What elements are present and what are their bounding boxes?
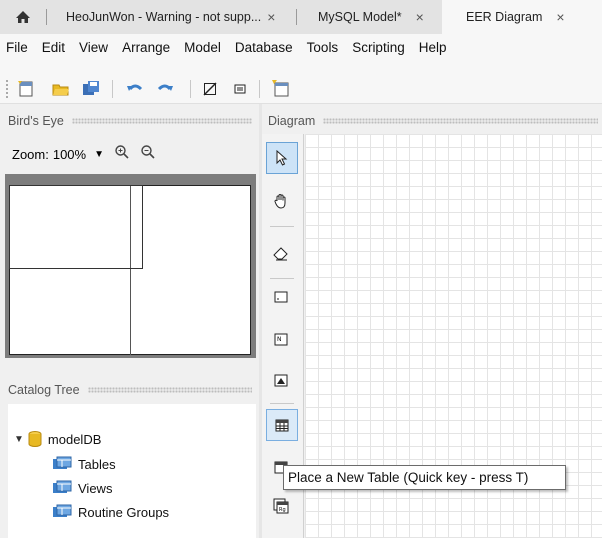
tree-node-tables[interactable]: Tables xyxy=(52,456,116,472)
hand-icon xyxy=(274,194,286,209)
menu-database[interactable]: Database xyxy=(228,40,300,55)
menu-tools[interactable]: Tools xyxy=(300,40,346,55)
routine-folder-icon xyxy=(53,504,72,517)
zoom-control: Zoom: 100% ▼ xyxy=(12,141,256,167)
hand-tool[interactable] xyxy=(266,186,296,216)
tree-node-routine-groups[interactable]: Routine Groups xyxy=(52,504,169,520)
menu-model[interactable]: Model xyxy=(177,40,228,55)
pointer-icon xyxy=(276,150,288,166)
tab-mysql-model[interactable]: MySQL Model* × xyxy=(296,0,464,34)
menu-arrange[interactable]: Arrange xyxy=(115,40,177,55)
birds-eye-title: Bird's Eye xyxy=(8,114,64,128)
new-diagram-icon[interactable] xyxy=(272,80,290,98)
close-icon[interactable]: × xyxy=(416,9,424,25)
table-icon xyxy=(275,419,289,431)
table-tool[interactable] xyxy=(266,409,298,441)
view-folder-icon xyxy=(53,480,72,493)
image-tool[interactable] xyxy=(266,365,296,395)
note-icon: N xyxy=(274,333,288,345)
home-tab[interactable] xyxy=(0,0,46,34)
viewport-rectangle[interactable] xyxy=(9,185,143,269)
diagram-header: Diagram xyxy=(268,108,602,134)
catalog-tree-title: Catalog Tree xyxy=(8,383,80,397)
zoom-select[interactable]: 100% xyxy=(53,147,86,162)
layer-icon xyxy=(274,291,288,303)
save-icon[interactable] xyxy=(82,80,100,98)
tree-label: Tables xyxy=(78,456,116,472)
eraser-icon xyxy=(273,247,288,261)
redo-icon[interactable] xyxy=(156,80,174,98)
table-folder-icon xyxy=(53,456,72,469)
toggle-grid-icon[interactable] xyxy=(201,80,219,98)
toolbar xyxy=(0,60,602,104)
tree-label: modelDB xyxy=(47,431,102,447)
routine-group-tool[interactable]: Rg xyxy=(266,491,296,521)
menu-view[interactable]: View xyxy=(72,40,115,55)
menu-file[interactable]: File xyxy=(0,40,35,55)
database-icon xyxy=(28,431,42,447)
menu-edit[interactable]: Edit xyxy=(35,40,72,55)
open-folder-icon[interactable] xyxy=(52,80,70,98)
chevron-down-icon[interactable]: ▼ xyxy=(94,149,104,160)
menu-bar: File Edit View Arrange Model Database To… xyxy=(0,34,602,60)
tree-node-modeldb[interactable]: ▼ modelDB xyxy=(14,431,101,447)
tooltip: Place a New Table (Quick key - press T) xyxy=(283,465,566,490)
svg-text:Rg: Rg xyxy=(279,507,286,513)
tab-connection[interactable]: HeoJunWon - Warning - not supp... × xyxy=(46,0,316,34)
expand-arrow-icon[interactable]: ▼ xyxy=(14,434,24,445)
birds-eye-header: Bird's Eye xyxy=(8,108,256,134)
layer-tool[interactable] xyxy=(266,282,296,312)
zoom-in-icon[interactable] xyxy=(114,144,130,165)
tab-strip: HeoJunWon - Warning - not supp... × MySQ… xyxy=(0,0,602,34)
menu-help[interactable]: Help xyxy=(412,40,454,55)
catalog-tree-header: Catalog Tree xyxy=(8,377,256,403)
panel-grip xyxy=(87,387,252,393)
close-icon[interactable]: × xyxy=(556,9,564,25)
panel-grip xyxy=(71,118,252,124)
pointer-tool[interactable] xyxy=(266,142,298,174)
tab-label: EER Diagram xyxy=(466,10,543,24)
tab-eer-diagram[interactable]: EER Diagram × xyxy=(442,0,602,34)
tree-label: Routine Groups xyxy=(78,504,170,520)
close-icon[interactable]: × xyxy=(267,9,275,25)
note-tool[interactable]: N xyxy=(266,324,296,354)
diagram-title: Diagram xyxy=(268,114,316,128)
tree-label: Views xyxy=(78,480,113,496)
routine-group-icon: Rg xyxy=(273,498,289,514)
align-objects-icon[interactable] xyxy=(231,80,249,98)
zoom-label: Zoom: xyxy=(12,146,49,162)
home-icon xyxy=(16,11,30,23)
menu-scripting[interactable]: Scripting xyxy=(345,40,412,55)
new-document-icon[interactable] xyxy=(17,80,35,98)
panel-grip xyxy=(323,118,598,124)
toolbar-grip[interactable] xyxy=(6,80,10,98)
image-icon xyxy=(274,374,288,386)
tab-label: HeoJunWon - Warning - not supp... xyxy=(66,10,262,24)
tab-label: MySQL Model* xyxy=(318,10,402,24)
undo-icon[interactable] xyxy=(126,80,144,98)
zoom-out-icon[interactable] xyxy=(140,144,156,165)
eraser-tool[interactable] xyxy=(266,239,296,269)
svg-text:N: N xyxy=(277,336,282,343)
tree-node-views[interactable]: Views xyxy=(52,480,112,496)
